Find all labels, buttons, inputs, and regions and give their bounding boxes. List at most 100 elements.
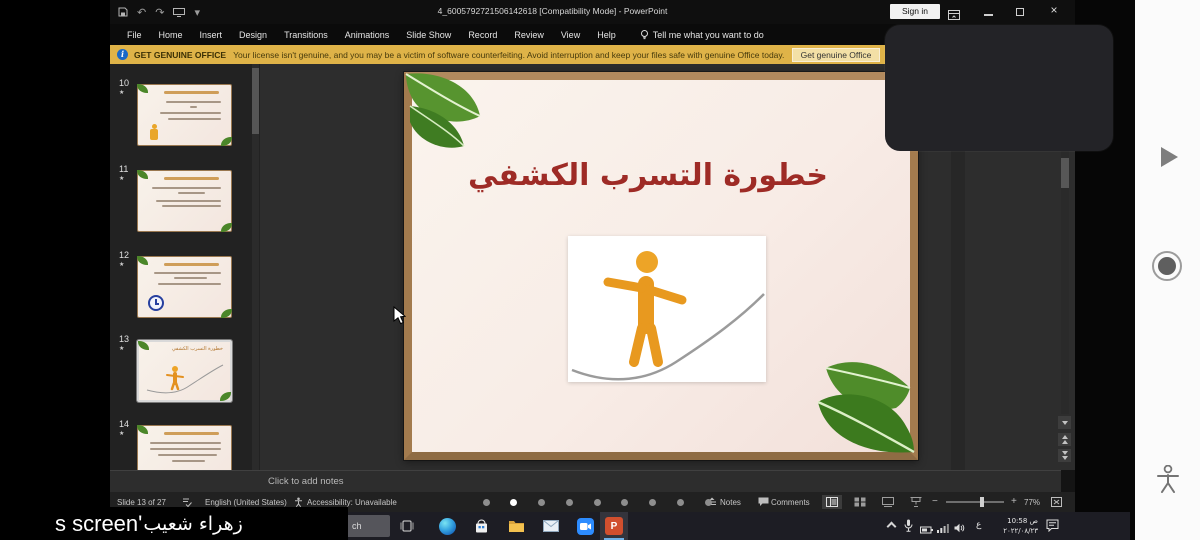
window-title: 4_6005792721506142618 [Compatibility Mod… <box>230 0 875 24</box>
camera-overlay-panel <box>885 25 1113 151</box>
input-language-indicator[interactable]: ع <box>976 520 981 530</box>
tab-transitions[interactable]: Transitions <box>284 30 328 40</box>
action-center-icon[interactable] <box>1046 519 1059 537</box>
zoom-app-icon[interactable] <box>576 517 594 535</box>
tightrope-image[interactable] <box>568 236 766 382</box>
notes-placeholder[interactable]: Click to add notes <box>268 476 344 487</box>
leaf-decoration-bottom-right <box>798 352 918 460</box>
comments-toggle[interactable]: Comments <box>771 498 810 507</box>
tab-animations[interactable]: Animations <box>345 30 390 40</box>
start-slideshow-icon[interactable] <box>173 4 185 22</box>
thumb-title-line <box>164 91 219 94</box>
lightbulb-icon <box>641 30 648 40</box>
edge-browser-icon[interactable] <box>438 517 456 535</box>
page-dot <box>566 499 573 506</box>
microsoft-store-icon[interactable] <box>472 517 490 535</box>
banner-title: GET GENUINE OFFICE <box>134 50 226 60</box>
tab-home[interactable]: Home <box>159 30 183 40</box>
zoom-level[interactable]: 77% <box>1024 498 1040 507</box>
record-icon[interactable] <box>1152 251 1182 281</box>
task-view-icon[interactable] <box>398 517 416 535</box>
animation-star-icon: ★ <box>119 430 124 437</box>
letterbox-left <box>0 0 110 540</box>
get-genuine-office-button[interactable]: Get genuine Office <box>792 48 880 62</box>
microphone-icon[interactable] <box>904 519 913 537</box>
mail-icon[interactable] <box>542 517 560 535</box>
fit-slide-to-window-icon[interactable] <box>1051 497 1062 509</box>
speaker-icon[interactable] <box>954 520 965 538</box>
powerpoint-taskbar-button-active[interactable]: P <box>600 512 628 540</box>
zoom-out-button[interactable]: − <box>932 496 938 507</box>
tab-view[interactable]: View <box>561 30 580 40</box>
tab-record[interactable]: Record <box>468 30 497 40</box>
ribbon-display-options-icon[interactable] <box>948 7 960 25</box>
info-icon: i <box>117 49 128 60</box>
network-signal-icon[interactable] <box>937 520 949 538</box>
tab-help[interactable]: Help <box>597 30 616 40</box>
slide-show-view-button[interactable] <box>906 495 926 509</box>
zoom-slider-track[interactable] <box>946 501 1004 503</box>
tab-insert[interactable]: Insert <box>200 30 223 40</box>
screen-share-label: s screen' زهراء شعيب <box>0 507 348 540</box>
thumbnail-slide-10[interactable] <box>137 84 232 146</box>
notes-pane[interactable]: Click to add notes <box>110 470 1061 492</box>
tightrope-figure-graphic <box>145 362 225 396</box>
clock-graphic <box>148 295 164 311</box>
save-icon[interactable] <box>118 4 128 22</box>
scroll-down-button[interactable] <box>1058 416 1071 429</box>
animation-star-icon: ★ <box>119 175 124 182</box>
file-explorer-icon[interactable] <box>507 517 525 535</box>
tab-design[interactable]: Design <box>239 30 267 40</box>
close-button[interactable]: × <box>1046 3 1062 17</box>
screen-share-label-arabic: زهراء شعيب <box>143 513 242 535</box>
tab-file[interactable]: File <box>127 30 142 40</box>
slide-number: 12 <box>119 250 129 260</box>
undo-icon[interactable]: ↶ <box>137 6 146 20</box>
tray-clock[interactable]: 10:58 ص ٢٠٢٢/٠٨/٢٣ <box>988 516 1038 536</box>
page-dot <box>483 499 490 506</box>
tab-review[interactable]: Review <box>514 30 544 40</box>
comments-icon <box>758 497 769 509</box>
thumbnail-scrollbar-thumb[interactable] <box>252 68 259 134</box>
customize-qat-icon[interactable]: ▾ <box>194 6 200 20</box>
previous-slide-button[interactable] <box>1058 433 1071 446</box>
animation-star-icon: ★ <box>119 261 124 268</box>
slide-sorter-view-button[interactable] <box>850 495 870 509</box>
slide-number: 11 <box>119 164 128 174</box>
page-dot-active <box>510 499 517 506</box>
redo-icon[interactable]: ↷ <box>155 6 164 20</box>
tray-date: ٢٠٢٢/٠٨/٢٣ <box>1003 527 1038 535</box>
normal-view-button[interactable] <box>822 495 842 509</box>
banner-message: Your license isn't genuine, and you may … <box>233 50 784 60</box>
thumbnail-slide-12[interactable] <box>137 256 232 318</box>
page-dot <box>705 499 712 506</box>
tab-slide-show[interactable]: Slide Show <box>406 30 451 40</box>
next-slide-button[interactable] <box>1058 449 1071 462</box>
title-bar: ↶ ↷ ▾ 4_6005792721506142618 [Compatibili… <box>110 0 1075 24</box>
battery-icon[interactable] <box>920 521 933 539</box>
thumbnail-slide-13-selected[interactable]: خطورة التسرب الكشفي <box>137 340 232 402</box>
slide-canvas[interactable]: خطورة التسرب الكشفي <box>404 72 918 460</box>
zoom-in-button[interactable]: + <box>1011 496 1017 507</box>
language-status[interactable]: English (United States) <box>205 498 287 507</box>
zoom-slider-thumb[interactable] <box>980 497 984 507</box>
notes-toggle[interactable]: Notes <box>720 498 741 507</box>
slide-thumbnail-panel: 10 ★ 11 ★ <box>110 64 260 470</box>
thumb-slide-title: خطورة التسرب الكشفي <box>172 346 223 352</box>
play-icon[interactable] <box>1161 147 1178 167</box>
quick-access-toolbar: ↶ ↷ ▾ <box>118 4 200 22</box>
main-scrollbar-thumb[interactable] <box>1061 158 1069 188</box>
slide-title[interactable]: خطورة التسرب الكشفي <box>412 158 884 193</box>
accessibility-status[interactable]: Accessibility: Unavailable <box>307 498 397 507</box>
sign-in-button[interactable]: Sign in <box>890 4 940 19</box>
tray-expand-chevron-icon[interactable] <box>887 522 897 532</box>
tell-me-search[interactable]: Tell me what you want to do <box>641 30 764 40</box>
slide-number: 13 <box>119 334 129 344</box>
minimize-button[interactable] <box>984 14 993 16</box>
page-dot <box>621 499 628 506</box>
slide-counter: Slide 13 of 27 <box>117 498 166 507</box>
restore-button[interactable] <box>1016 8 1024 16</box>
reading-view-button[interactable] <box>878 495 898 509</box>
accessibility-person-icon[interactable] <box>1156 465 1180 498</box>
thumbnail-slide-11[interactable] <box>137 170 232 232</box>
